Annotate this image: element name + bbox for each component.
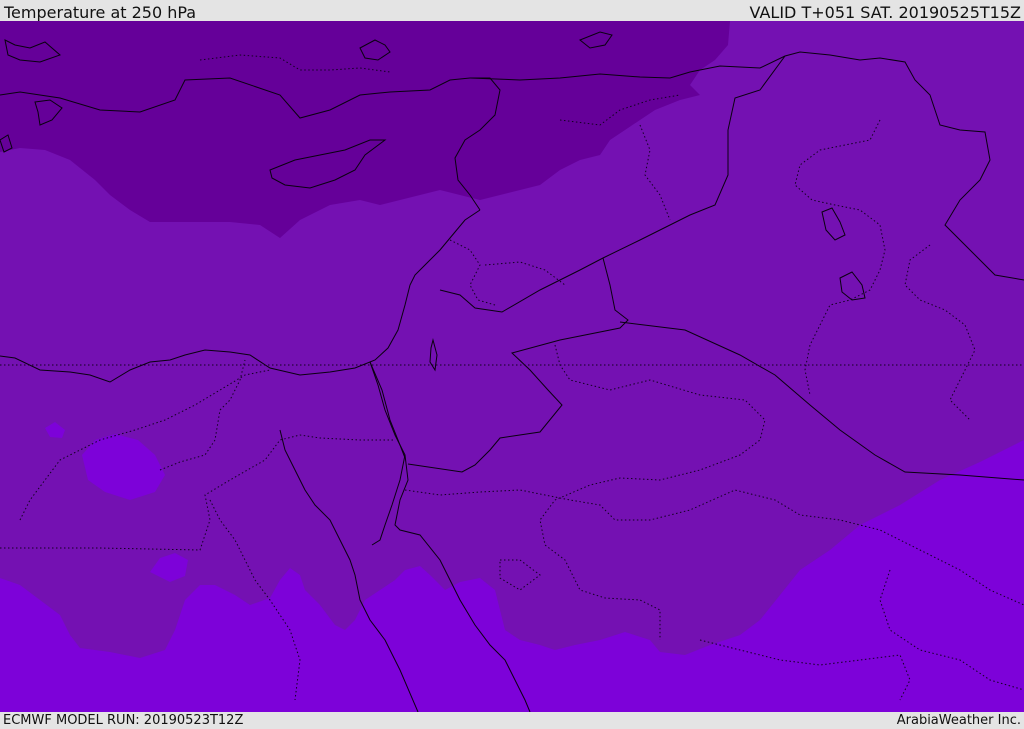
credit-label: ArabiaWeather Inc. [896, 713, 1021, 728]
valid-time-label: VALID T+051 SAT. 20190525T15Z [749, 3, 1021, 22]
temperature-map[interactable] [0, 21, 1024, 712]
model-run-label: ECMWF MODEL RUN: 20190523T12Z [3, 713, 244, 728]
footer-bar: ECMWF MODEL RUN: 20190523T12Z ArabiaWeat… [0, 712, 1024, 729]
map-canvas [0, 21, 1024, 712]
map-title: Temperature at 250 hPa [4, 3, 197, 22]
header-bar: Temperature at 250 hPa VALID T+051 SAT. … [0, 0, 1024, 22]
